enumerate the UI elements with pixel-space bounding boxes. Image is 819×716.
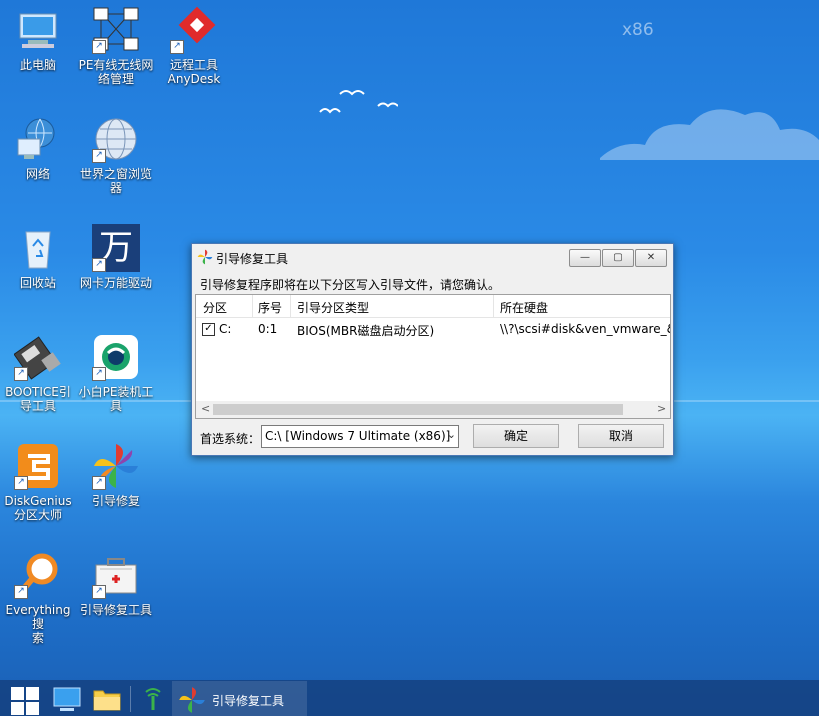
desktop-icon-network-manager[interactable]: ↗ PE有线无线网 络管理 <box>78 6 154 86</box>
icon-label-2: 分区大师 <box>13 508 62 522</box>
ok-button[interactable]: 确定 <box>473 424 559 448</box>
desktop-icon-xiaobai-pe[interactable]: ↗ 小白PE装机工 具 <box>78 333 154 413</box>
desktop-show-icon[interactable] <box>52 684 82 714</box>
windows-start-icon[interactable] <box>10 686 40 716</box>
cell-index: 0:1 <box>258 322 278 336</box>
taskbar-item-label: 引导修复工具 <box>212 694 285 708</box>
cell-type: BIOS(MBR磁盘启动分区) <box>297 324 435 338</box>
network-diagram-icon: ↗ <box>92 6 140 54</box>
taskbar <box>0 680 819 716</box>
shortcut-arrow-icon: ↗ <box>92 258 106 272</box>
icon-label: 回收站 <box>19 276 56 290</box>
desktop-icon-boot-repair-tool[interactable]: ↗ 引导修复工具 <box>78 551 154 617</box>
scroll-thumb[interactable] <box>213 404 623 415</box>
pinwheel-icon <box>179 687 205 713</box>
confirm-prompt: 引导修复程序即将在以下分区写入引导文件，请您确认。 <box>200 278 501 292</box>
icon-label: PE有线无线网 <box>78 58 154 72</box>
xiaobai-logo-icon: ↗ <box>92 333 140 381</box>
taskbar-separator <box>130 686 131 712</box>
folder-icon[interactable] <box>92 684 122 714</box>
floppy-tool-icon: ↗ <box>13 333 62 381</box>
desktop-icon-recycle-bin[interactable]: 回收站 <box>0 224 76 290</box>
boot-repair-dialog: 引导修复工具 — ▢ ✕ 引导修复程序即将在以下分区写入引导文件，请您确认。 分… <box>191 243 674 456</box>
scroll-left-icon[interactable]: < <box>201 402 210 415</box>
globe-browser-icon: ↗ <box>92 115 140 163</box>
desktop-icon-anydesk[interactable]: ↗ 远程工具 AnyDesk <box>156 6 232 86</box>
icon-label: DiskGenius <box>4 494 72 508</box>
icon-label: BOOTICE引 <box>5 385 71 399</box>
wan-driver-icon: 万 ↗ <box>92 224 140 272</box>
first-aid-kit-icon: ↗ <box>92 551 140 599</box>
desktop-icon-everything[interactable]: ↗ Everything搜 索 <box>0 551 76 645</box>
icon-label-2: 索 <box>31 631 44 645</box>
icon-label-2: 具 <box>109 399 122 413</box>
icon-label: Everything搜 <box>5 603 71 631</box>
shortcut-arrow-icon: ↗ <box>14 367 28 381</box>
anydesk-icon: ↗ <box>170 6 218 54</box>
icon-label-2: 器 <box>109 181 122 195</box>
desktop-icon-browser[interactable]: ↗ 世界之窗浏览 器 <box>78 115 154 195</box>
recycle-bin-icon <box>14 224 62 272</box>
cloud-decoration <box>600 109 819 160</box>
computer-icon <box>14 6 62 54</box>
window-title: 引导修复工具 <box>216 252 289 266</box>
icon-label: 小白PE装机工 <box>78 385 154 399</box>
preferred-system-label: 首选系统： <box>200 432 261 446</box>
column-header-partition[interactable]: 分区 <box>203 299 227 316</box>
scroll-right-icon[interactable]: > <box>657 402 666 415</box>
icon-label-2: AnyDesk <box>167 72 221 86</box>
icon-label: 网络 <box>25 167 50 181</box>
shortcut-arrow-icon: ↗ <box>170 40 184 54</box>
preferred-system-select[interactable]: C:\ [Windows 7 Ultimate (x86)] ⌄ <box>261 425 459 448</box>
icon-label: 引导修复工具 <box>79 603 152 617</box>
shortcut-arrow-icon: ↗ <box>92 149 106 163</box>
diskgenius-icon: ↗ <box>14 442 62 490</box>
birds-decoration <box>319 90 398 114</box>
shortcut-arrow-icon: ↗ <box>92 40 106 54</box>
magnifier-icon: ↗ <box>14 551 62 599</box>
icon-label-2: 导工具 <box>19 399 56 413</box>
desktop-icon-nic-driver[interactable]: 万 ↗ 网卡万能驱动 <box>78 224 154 290</box>
column-header-type[interactable]: 引导分区类型 <box>297 299 369 316</box>
partition-list[interactable]: 分区 序号 引导分区类型 所在硬盘 ✓ C: 0:1 BIOS(MBR磁盘启动分… <box>195 294 671 419</box>
close-button[interactable]: ✕ <box>635 249 667 267</box>
maximize-button[interactable]: ▢ <box>602 249 634 267</box>
shortcut-arrow-icon: ↗ <box>14 585 28 599</box>
cancel-button[interactable]: 取消 <box>578 424 664 448</box>
cell-partition: C: <box>219 322 232 336</box>
title-bar[interactable]: 引导修复工具 — ▢ ✕ <box>192 244 673 270</box>
desktop-icon-this-pc[interactable]: 此电脑 <box>0 6 76 72</box>
icon-label-2: 络管理 <box>97 72 134 86</box>
list-header: 分区 序号 引导分区类型 所在硬盘 <box>196 295 670 318</box>
cell-disk: \\?\scsi#disk&ven_vmware_& <box>500 322 670 336</box>
icon-label: 此电脑 <box>19 58 56 72</box>
shortcut-arrow-icon: ↗ <box>92 585 106 599</box>
desktop-icon-network[interactable]: 网络 <box>0 115 76 181</box>
network-globe-icon <box>14 115 62 163</box>
desktop-icon-bootice[interactable]: ↗ BOOTICE引 导工具 <box>0 333 76 413</box>
icon-label: 远程工具 <box>169 58 218 72</box>
shortcut-arrow-icon: ↗ <box>92 367 106 381</box>
partition-checkbox[interactable]: ✓ <box>202 323 215 336</box>
pinwheel-icon: ↗ <box>92 442 140 490</box>
desktop-icon-diskgenius[interactable]: ↗ DiskGenius 分区大师 <box>0 442 76 522</box>
shortcut-arrow-icon: ↗ <box>14 476 28 490</box>
chevron-down-icon[interactable]: ⌄ <box>447 428 456 441</box>
icon-label: 网卡万能驱动 <box>79 276 152 290</box>
horizontal-scrollbar[interactable]: < > <box>196 401 670 418</box>
pinwheel-icon <box>197 249 213 265</box>
minimize-button[interactable]: — <box>569 249 601 267</box>
icon-label: 世界之窗浏览 <box>79 167 152 181</box>
wireless-signal-icon[interactable] <box>140 684 166 714</box>
column-header-disk[interactable]: 所在硬盘 <box>500 299 548 316</box>
icon-label: 引导修复 <box>91 494 140 508</box>
preferred-system-value: C:\ [Windows 7 Ultimate (x86)] <box>265 429 451 443</box>
column-header-index[interactable]: 序号 <box>258 299 282 316</box>
watermark-text: x86 <box>622 20 654 40</box>
desktop-icon-boot-repair[interactable]: ↗ 引导修复 <box>78 442 154 508</box>
shortcut-arrow-icon: ↗ <box>92 476 106 490</box>
